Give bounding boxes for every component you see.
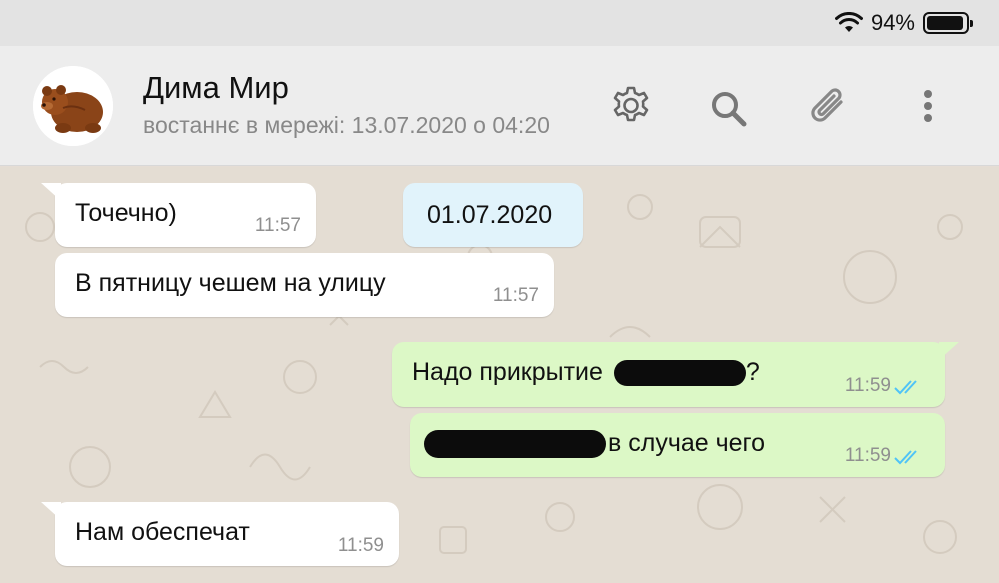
message-text: Надо прикрытие ? — [412, 358, 760, 387]
wifi-icon — [834, 12, 863, 32]
date-badge-text: 01.07.2020 — [427, 201, 553, 229]
message-time: 11:59 — [844, 445, 891, 466]
message-text: Точечно) — [75, 199, 177, 227]
battery-percent: 94% — [870, 10, 915, 35]
message-text: В пятницу чешем на улицу — [75, 269, 386, 297]
message-text-after: ? — [745, 358, 760, 386]
contact-last-seen: востаннє в мережі: 13.07.2020 о 04:20 — [143, 112, 550, 138]
message-text: Нам обеспечат — [75, 518, 250, 546]
paperclip-icon[interactable] — [805, 84, 853, 132]
contact-avatar[interactable] — [33, 66, 113, 146]
bubble-tail — [41, 183, 61, 201]
message-time: 11:57 — [492, 285, 539, 306]
redacted-text — [613, 360, 746, 387]
message-time: 11:59 — [844, 375, 891, 396]
battery-fill — [927, 16, 963, 30]
battery-icon — [923, 12, 973, 34]
chat-header: Дима Мир востаннє в мережі: 13.07.2020 о… — [0, 46, 999, 166]
status-indicators: 94% — [834, 8, 973, 38]
message-outgoing[interactable]: в случае чего 11:59 — [410, 413, 945, 477]
message-text-before: Надо прикрытие — [412, 358, 603, 386]
bear-avatar-icon — [33, 66, 113, 146]
contact-name[interactable]: Дима Мир — [143, 70, 289, 106]
message-incoming[interactable]: Нам обеспечат 11:59 — [41, 502, 399, 566]
settings-gear-icon[interactable] — [607, 84, 655, 132]
double-check-icon — [894, 450, 917, 465]
status-bar: 94% — [0, 0, 999, 46]
message-time: 11:59 — [337, 535, 384, 556]
double-check-icon — [894, 380, 917, 395]
message-text-after: в случае чего — [608, 429, 765, 457]
message-incoming[interactable]: В пятницу чешем на улицу 11:57 — [55, 253, 554, 317]
message-incoming[interactable]: Точечно) 11:57 — [41, 183, 316, 247]
redacted-text — [424, 430, 606, 459]
chat-area[interactable]: Точечно) 11:57 01.07.2020 В пятницу чеше… — [0, 167, 999, 583]
search-icon[interactable] — [706, 86, 754, 134]
more-vertical-icon[interactable] — [904, 84, 952, 132]
date-badge: 01.07.2020 — [403, 183, 583, 247]
message-time: 11:57 — [254, 215, 301, 236]
message-text: в случае чего — [424, 429, 765, 459]
bubble-tail — [41, 502, 61, 520]
bubble-tail — [939, 342, 959, 360]
message-outgoing[interactable]: Надо прикрытие ? 11:59 — [392, 342, 959, 407]
